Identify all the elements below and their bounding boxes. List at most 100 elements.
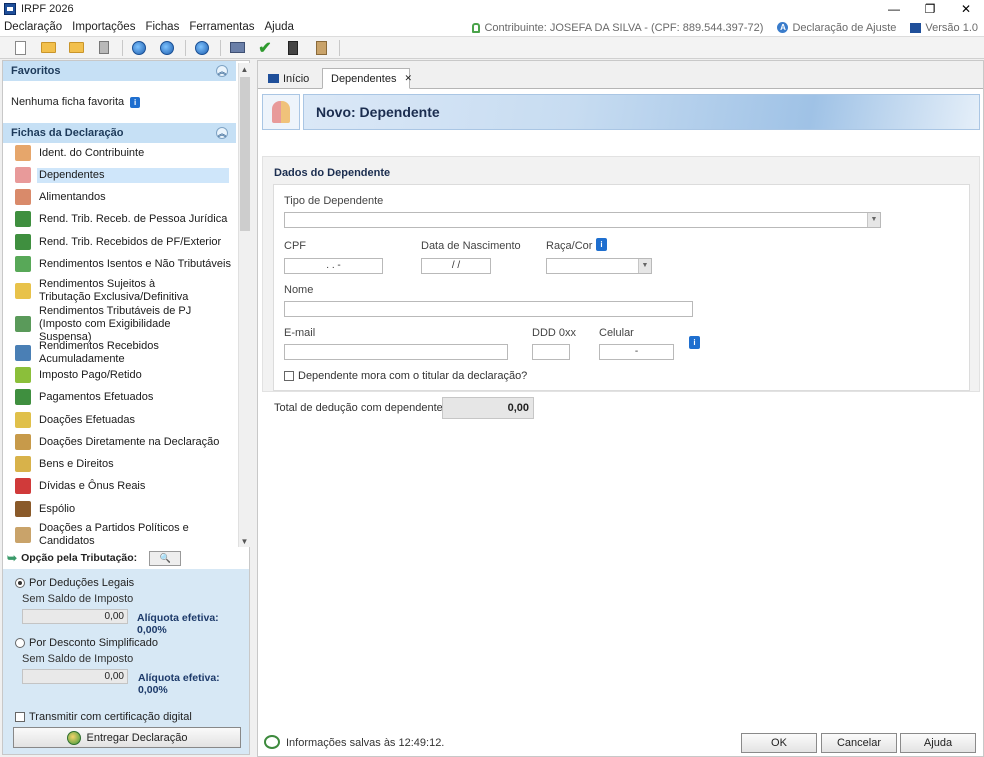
cpf-field[interactable]: . . - [284,258,383,274]
favoritos-header[interactable]: Favoritos ︽ [3,61,236,81]
sidebar-item-exigibilidade[interactable]: Rendimentos Tributáveis de PJ (Imposto c… [3,305,222,343]
import-button[interactable] [129,39,149,57]
tipo-dependente-select[interactable]: ▼ [284,212,881,228]
celular-label: Celular [599,327,634,339]
menu-ajuda[interactable]: Ajuda [265,21,294,33]
sidebar-item-ident-contribuinte[interactable]: Ident. do Contribuinte [3,145,146,161]
close-button[interactable]: ✕ [948,0,984,18]
celular-info-icon[interactable]: i [689,336,700,349]
menu-bar: Declaração Importações Fichas Ferramenta… [0,18,984,37]
entregar-declaracao-button[interactable]: Entregar Declaração [13,727,241,748]
recibo-button[interactable] [157,39,177,57]
transmitir-option[interactable]: Transmitir com certificação digital [15,711,192,723]
main-panel: Início Dependentes ✕ Novo: Dependente Da… [257,60,984,757]
sidebar-item-bens[interactable]: Bens e Direitos [3,456,116,472]
search-button[interactable]: 🔍 [149,550,182,566]
deducoes-radio[interactable] [15,578,25,588]
estate-icon [15,501,31,517]
tributacao-header: ➥ Opção pela Tributação: 🔍 [3,547,249,569]
menu-fichas[interactable]: Fichas [145,21,179,33]
simplificado-option[interactable]: Por Desconto Simplificado [15,637,158,649]
verify-button[interactable]: ✔ [255,39,275,57]
sidebar-item-acumuladamente[interactable]: Rendimentos Recebidos Acumuladamente [3,340,237,365]
page-banner: Novo: Dependente [262,94,980,130]
info-icon[interactable]: i [130,96,141,108]
mora-checkbox[interactable] [284,371,294,381]
tab-inicio[interactable]: Início [260,68,322,89]
favoritos-empty-text: Nenhuma ficha favorita [11,96,125,108]
sidebar-item-dividas[interactable]: Dívidas e Ônus Reais [3,478,147,494]
cancel-button[interactable]: Cancelar [821,733,897,753]
sidebar-item-partidos[interactable]: Doações a Partidos Políticos e Candidato… [3,521,207,549]
menu-ferramentas[interactable]: Ferramentas [189,21,254,33]
saved-icon [264,735,280,749]
sidebar-item-dependentes[interactable]: Dependentes [3,167,229,183]
calculator-icon [288,40,298,55]
restore-button[interactable]: ❐ [912,0,948,18]
fichas-header[interactable]: Fichas da Declaração ︽ [3,123,236,143]
tipo-label: Tipo de Dependente [284,195,384,207]
minimize-button[interactable]: — [876,0,912,18]
person-icon [15,145,31,161]
deliver-globe-icon [66,730,81,745]
nascimento-field[interactable]: / / [421,258,491,274]
lock-icon [472,22,481,33]
ddd-field[interactable] [532,344,570,360]
sidebar-item-pagamentos[interactable]: Pagamentos Efetuados [3,389,155,405]
folder-icon [68,42,84,53]
open-button[interactable] [38,39,58,57]
nome-field[interactable] [284,301,693,317]
report-button[interactable] [311,39,331,57]
tab-dependentes[interactable]: Dependentes ✕ [322,68,412,89]
open-folder-icon [40,42,56,53]
print-button[interactable] [227,39,247,57]
total-value: 0,00 [442,397,534,419]
ok-button[interactable]: OK [741,733,817,753]
sidebar-item-rend-pf[interactable]: Rend. Trib. Recebidos de PF/Exterior [3,234,223,250]
simplificado-radio[interactable] [15,638,25,648]
scroll-down-icon[interactable]: ▼ [239,535,250,547]
recibo-icon [160,40,174,55]
sidebar-item-rend-pj[interactable]: Rend. Trib. Receb. de Pessoa Jurídica [3,211,229,227]
transmitir-checkbox[interactable] [15,712,25,722]
scrollbar-thumb[interactable] [240,77,250,231]
sidebar-item-espolio[interactable]: Espólio [3,501,77,517]
toolbar: ✔ [0,37,984,59]
scroll-up-icon[interactable]: ▲ [239,63,250,75]
title-bar: IRPF 2026 — ❐ ✕ [0,0,984,18]
delete-button[interactable] [94,39,114,57]
sidebar-item-doacoes[interactable]: Doações Efetuadas [3,412,137,428]
sidebar-item-imposto-pago[interactable]: Imposto Pago/Retido [3,367,144,383]
celular-field[interactable]: - [599,344,674,360]
sidebar-scrollbar[interactable]: ▲ ▼ [238,63,250,547]
sidebar-item-doacoes-declaracao[interactable]: Doações Diretamente na Declaração [3,434,221,450]
tax-paid-icon [15,367,31,383]
menu-declaracao[interactable]: Declaração [4,21,62,33]
assets-icon [15,456,31,472]
sidebar-item-isentos[interactable]: Rendimentos Isentos e Não Tributáveis [3,256,233,272]
raca-info-icon[interactable]: i [596,238,607,251]
contribuinte-info: Contribuinte: JOSEFA DA SILVA - (CPF: 88… [484,21,764,34]
sidebar-item-exclusiva[interactable]: Rendimentos Sujeitos à Tributação Exclus… [3,277,207,305]
deducoes-option[interactable]: Por Deduções Legais [15,577,134,589]
chevron-down-icon[interactable]: ▼ [638,259,651,273]
banner-icon [262,94,300,130]
collapse-fichas-icon[interactable]: ︽ [216,127,228,139]
chevron-down-icon[interactable]: ▼ [867,213,880,227]
folder-button[interactable] [66,39,86,57]
collapse-favoritos-icon[interactable]: ︽ [216,65,228,77]
menu-importacoes[interactable]: Importações [72,21,135,33]
calculator-button[interactable] [283,39,303,57]
mora-option[interactable]: Dependente mora com o titular da declara… [284,370,527,382]
help-button[interactable]: Ajuda [900,733,976,753]
close-tab-icon[interactable]: ✕ [404,73,412,84]
raca-cor-select[interactable]: ▼ [546,258,652,274]
ddd-label: DDD 0xx [532,327,577,339]
transmit-button[interactable] [192,39,212,57]
party-donation-icon [15,527,31,543]
nascimento-label: Data de Nascimento [421,240,521,252]
new-button[interactable] [10,39,30,57]
simplificado-value: 0,00 [22,669,128,684]
sidebar-item-alimentandos[interactable]: Alimentandos [3,189,108,205]
email-field[interactable] [284,344,508,360]
